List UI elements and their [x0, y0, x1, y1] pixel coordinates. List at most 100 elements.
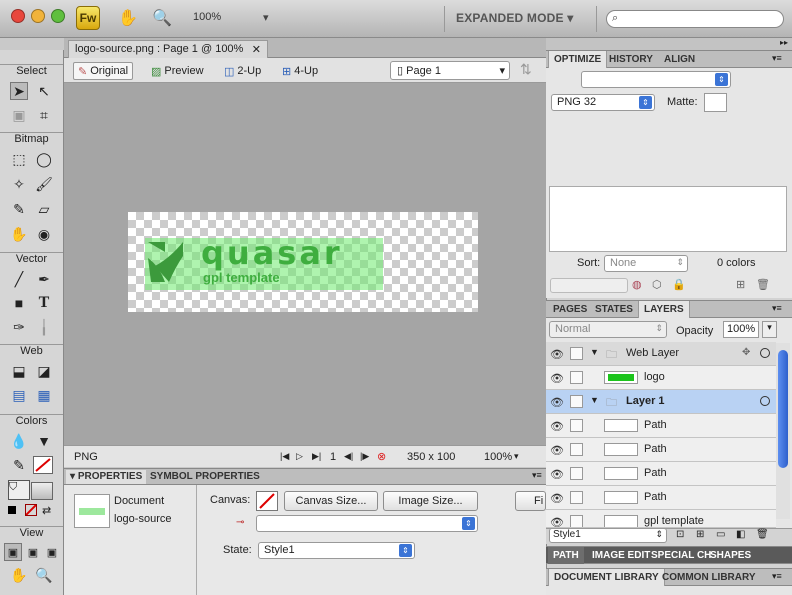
delete-layer-icon[interactable]: 🗑: [756, 529, 769, 540]
tab-pages[interactable]: PAGES: [548, 301, 592, 318]
magic-wand-tool-icon[interactable]: ✧: [10, 175, 28, 193]
page-select[interactable]: ▯ Page 1 ▾: [390, 61, 510, 80]
color-edit-field[interactable]: [550, 278, 628, 293]
eye-icon[interactable]: 👁: [550, 348, 564, 361]
lock-toggle[interactable]: [570, 347, 583, 360]
prev-frame-icon[interactable]: ◀|: [344, 451, 353, 462]
export-format-select[interactable]: PNG 32 ⇕: [551, 94, 655, 111]
workspace-switcher[interactable]: EXPANDED MODE ▾: [456, 11, 573, 25]
tab-common-library[interactable]: COMMON LIBRARY: [657, 569, 761, 586]
eye-icon[interactable]: 👁: [550, 516, 564, 527]
slice-tool-icon[interactable]: ◪: [35, 362, 53, 380]
line-tool-icon[interactable]: ╱: [10, 270, 28, 288]
layer-row-web-layer[interactable]: 👁 ▼ 🗀 Web Layer ✥: [546, 342, 776, 366]
show-slices-icon[interactable]: ▦: [35, 386, 53, 404]
opacity-input[interactable]: 100%: [723, 321, 759, 338]
lock-color-icon[interactable]: 🔒: [672, 278, 686, 291]
layer-row-gpl-template[interactable]: 👁 gpl template: [546, 510, 776, 528]
hand-icon[interactable]: ✋: [117, 8, 139, 28]
tab-properties[interactable]: ▾ PROPERTIES: [66, 470, 147, 484]
color-wheel-icon[interactable]: ◍: [632, 278, 642, 291]
play-icon[interactable]: ▷: [296, 451, 303, 462]
lock-toggle[interactable]: [570, 467, 583, 480]
image-size-button[interactable]: Image Size...: [383, 491, 478, 511]
swap-colors-icon[interactable]: ⇄: [42, 504, 51, 517]
add-color-icon[interactable]: ⊞: [736, 278, 745, 291]
tab-history[interactable]: HISTORY: [604, 51, 658, 68]
zoom-tool-icon[interactable]: 🔍: [35, 566, 53, 584]
tab-states[interactable]: STATES: [590, 301, 638, 318]
panel-menu-icon[interactable]: ▾≡: [772, 303, 782, 314]
preview-view-button[interactable]: ▨ Preview: [147, 62, 208, 80]
hotspot-tool-icon[interactable]: ⬓: [10, 362, 28, 380]
next-frame-icon[interactable]: |▶: [360, 451, 369, 462]
panel-menu-icon[interactable]: ▾≡: [772, 53, 782, 64]
eraser-tool-icon[interactable]: ▱: [35, 200, 53, 218]
zoom-window-button[interactable]: [51, 9, 65, 23]
tab-document-library[interactable]: DOCUMENT LIBRARY: [548, 569, 665, 586]
tab-layers[interactable]: LAYERS: [638, 301, 690, 318]
new-layer-icon[interactable]: ⊞: [696, 529, 704, 540]
lasso-tool-icon[interactable]: ◯: [35, 150, 53, 168]
lock-toggle[interactable]: [570, 395, 583, 408]
layer-row-path[interactable]: 👁 Path: [546, 486, 776, 510]
expand-triangle-icon[interactable]: ▼: [590, 395, 599, 405]
hand-tool-icon[interactable]: ✋: [10, 566, 28, 584]
minimize-window-button[interactable]: [31, 9, 45, 23]
expand-triangle-icon[interactable]: ▼: [590, 347, 599, 357]
rectangle-tool-icon[interactable]: ■: [10, 294, 28, 312]
tab-shapes[interactable]: SHAPES: [705, 547, 756, 564]
stroke-color-icon[interactable]: ✎: [10, 456, 28, 474]
original-view-button[interactable]: ✎ Original: [73, 62, 134, 80]
layer-row-path[interactable]: 👁 Path: [546, 462, 776, 486]
panel-menu-icon[interactable]: ▾≡: [532, 470, 542, 481]
eye-icon[interactable]: 👁: [550, 444, 564, 457]
layer-row-path[interactable]: 👁 Path: [546, 438, 776, 462]
fill-color-icon[interactable]: ⛉: [8, 480, 30, 500]
lock-toggle[interactable]: [570, 419, 583, 432]
panel-menu-icon[interactable]: ▾≡: [772, 571, 782, 582]
optimize-preset-select[interactable]: ⇕: [581, 71, 731, 88]
crop-tool-icon[interactable]: ⌗: [35, 106, 53, 124]
eye-icon[interactable]: 👁: [550, 420, 564, 433]
web-snap-icon[interactable]: ⬡: [652, 278, 662, 291]
state-select[interactable]: Style1 ⇕: [258, 542, 415, 559]
default-colors-icon[interactable]: [8, 506, 16, 514]
fill-color-swatch[interactable]: [31, 482, 53, 500]
four-up-view-button[interactable]: ⊞ 4-Up: [278, 62, 322, 80]
tab-path[interactable]: PATH: [548, 547, 584, 564]
hide-slices-icon[interactable]: ▤: [10, 386, 28, 404]
eyedropper-tool-icon[interactable]: 💧: [10, 432, 28, 450]
last-frame-icon[interactable]: ▶|: [312, 451, 321, 462]
blur-tool-icon[interactable]: ✋: [10, 225, 28, 243]
add-mask-icon[interactable]: ◧: [736, 529, 745, 540]
layers-state-select[interactable]: Style1 ⇕: [549, 528, 667, 543]
layer-select-circle[interactable]: [760, 348, 770, 358]
no-stroke-icon[interactable]: [25, 504, 37, 516]
matte-color-swatch[interactable]: [704, 93, 727, 112]
zoom-icon[interactable]: 🔍: [151, 8, 173, 28]
full-screen-menu-mode-icon[interactable]: ▣: [24, 543, 42, 561]
logo-image[interactable]: quasar gpl template: [145, 234, 383, 290]
layers-scroll-thumb[interactable]: [778, 350, 788, 468]
eye-icon[interactable]: 👁: [550, 492, 564, 505]
zoom-level-select[interactable]: 100% ▾: [193, 11, 273, 27]
blend-mode-select[interactable]: Normal ⇕: [549, 321, 667, 338]
subselection-tool-icon[interactable]: ↖: [35, 82, 53, 100]
eye-icon[interactable]: 👁: [550, 372, 564, 385]
pen-tool-icon[interactable]: ✒: [35, 270, 53, 288]
sort-select[interactable]: None ⇕: [604, 255, 688, 272]
pointer-tool-icon[interactable]: ➤: [10, 82, 28, 100]
canvas-option-select[interactable]: ⇕: [256, 515, 478, 532]
canvas-color-swatch[interactable]: [256, 491, 278, 511]
stop-icon[interactable]: ⊗: [377, 450, 386, 463]
new-bitmap-icon[interactable]: ▭: [716, 529, 725, 540]
eye-icon[interactable]: 👁: [550, 396, 564, 409]
standard-screen-mode-icon[interactable]: ▣: [4, 543, 22, 561]
lock-toggle[interactable]: [570, 491, 583, 504]
pencil-tool-icon[interactable]: ✎: [10, 200, 28, 218]
paint-bucket-tool-icon[interactable]: ▼: [35, 432, 53, 450]
first-frame-icon[interactable]: |◀: [280, 451, 289, 462]
lock-toggle[interactable]: [570, 371, 583, 384]
text-tool-icon[interactable]: T: [35, 294, 53, 312]
